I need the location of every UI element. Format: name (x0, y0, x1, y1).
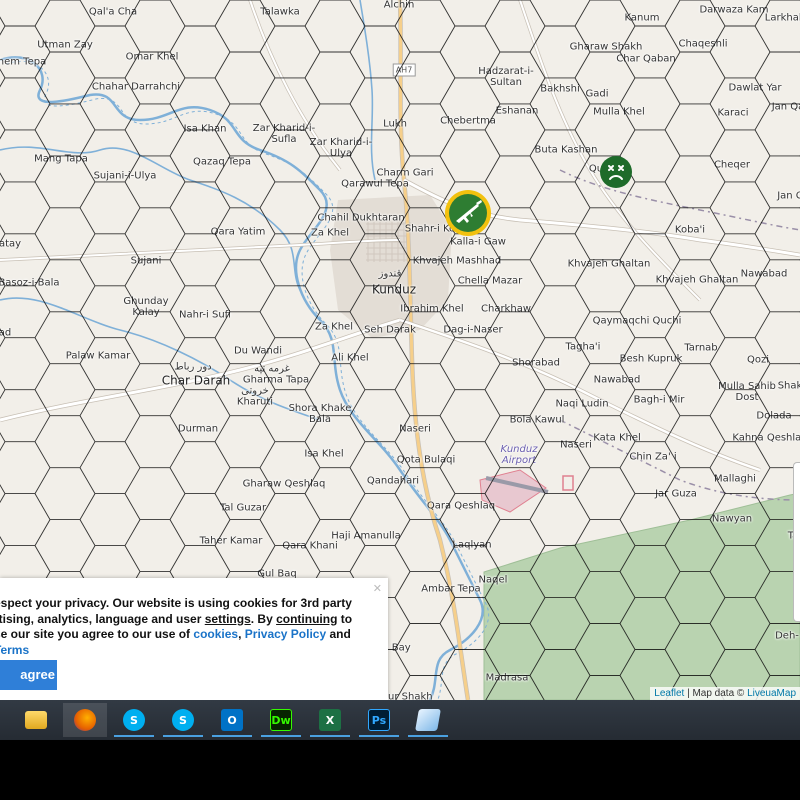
photoshop-icon: Ps (368, 709, 390, 731)
cookie-text-line3: se our site you agree to our use of (0, 627, 194, 641)
file-explorer-icon (25, 711, 47, 729)
running-indicator (261, 735, 301, 737)
dreamweaver-icon: Dw (270, 709, 292, 731)
casualty-marker[interactable] (591, 147, 641, 197)
skype-icon: S (123, 709, 145, 731)
running-indicator (310, 735, 350, 737)
cookie-text-line2c: to (337, 611, 353, 626)
map-attribution: Leaflet | Map data © LiveuaMap (650, 687, 800, 700)
cookie-consent-banner: espect your privacy. Our website is usin… (0, 578, 388, 700)
close-icon[interactable]: ✕ (373, 582, 382, 595)
taskbar-button[interactable]: S (112, 703, 156, 737)
agree-button[interactable]: agree (0, 660, 57, 690)
running-indicator (212, 735, 252, 737)
privacy-policy-link[interactable]: Privacy Policy (245, 627, 326, 641)
skype-icon-2: S (172, 709, 194, 731)
outlook-icon: O (221, 709, 243, 731)
attribution-separator: | Map data © (684, 688, 748, 699)
taskbar-button[interactable] (14, 703, 58, 737)
running-indicator (163, 735, 203, 737)
taskbar-button[interactable]: Dw (259, 703, 303, 737)
map-view[interactable]: AH7 Qal'a Cha Talawka Alchin Darwaza Kam Kanu… (0, 0, 800, 700)
running-indicator (359, 735, 399, 737)
taskbar-button[interactable]: X (308, 703, 352, 737)
armed-clash-marker[interactable] (443, 188, 493, 238)
notepad-icon (415, 709, 441, 731)
running-indicator (114, 735, 154, 737)
leaflet-link[interactable]: Leaflet (654, 688, 684, 699)
background-hex-area (0, 740, 800, 800)
taskbar-button[interactable]: S (161, 703, 205, 737)
settings-link[interactable]: settings (205, 612, 251, 626)
cookie-text-line2: rtising, analytics, language and user (0, 611, 205, 626)
windows-taskbar: S S O Dw X Ps (0, 700, 800, 740)
cookie-text-line2b: . By (250, 611, 277, 626)
and-text: and (326, 627, 351, 641)
taskbar-button[interactable]: Ps (357, 703, 401, 737)
firefox-icon (74, 709, 96, 731)
taskbar-button[interactable] (63, 703, 107, 737)
running-indicator (408, 735, 448, 737)
terms-link[interactable]: Terms (0, 643, 29, 657)
taskbar-button[interactable] (406, 703, 450, 737)
map-side-panel-handle[interactable] (793, 462, 800, 622)
liveuamap-link[interactable]: LiveuaMap (747, 688, 796, 699)
taskbar-button[interactable]: O (210, 703, 254, 737)
cookie-text-line1: espect your privacy. Our website is usin… (0, 596, 352, 610)
continuing-text: continuing (276, 611, 338, 626)
excel-icon: X (319, 709, 341, 731)
background-hex-grid (0, 740, 800, 800)
comma: , (238, 627, 245, 641)
cookies-link[interactable]: cookies (193, 627, 238, 641)
